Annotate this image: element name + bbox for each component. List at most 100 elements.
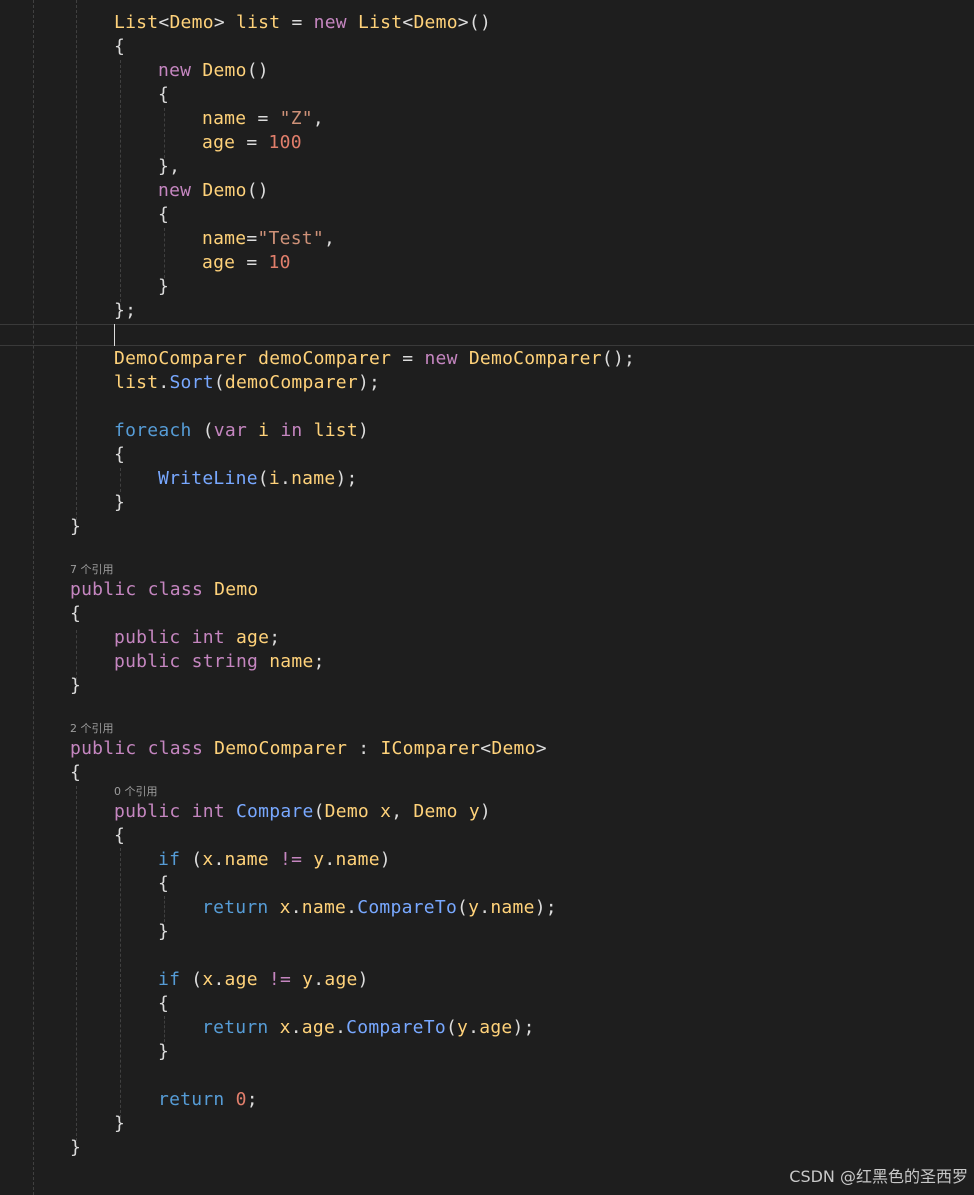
code-token: { — [158, 993, 170, 1014]
indent-guide — [164, 896, 165, 922]
code-line[interactable]: List<Demo> list = new List<Demo>() — [114, 11, 491, 35]
code-token: ( — [191, 849, 203, 870]
code-line[interactable]: list.Sort(demoComparer); — [114, 371, 380, 395]
code-line[interactable]: { — [114, 443, 125, 467]
code-token: List — [357, 12, 403, 33]
code-line[interactable]: { — [114, 824, 125, 848]
codelens-compare-references[interactable]: 0 个引用 — [114, 785, 158, 799]
code-token: Demo — [413, 12, 458, 33]
code-token: y — [468, 897, 480, 918]
code-token: Demo — [491, 738, 536, 759]
code-line[interactable]: age = 10 — [202, 251, 291, 275]
code-line[interactable]: if (x.age != y.age) — [158, 968, 369, 992]
code-token: class — [147, 738, 215, 759]
code-token: x — [202, 969, 214, 990]
code-token: ; — [313, 651, 325, 672]
code-line[interactable]: name = "Z", — [202, 107, 324, 131]
indent-guide — [76, 0, 77, 520]
code-token: string — [191, 651, 270, 672]
code-line[interactable]: } — [114, 491, 125, 515]
code-token: < — [158, 12, 170, 33]
code-token: { — [114, 36, 126, 57]
code-token: (); — [601, 348, 636, 369]
code-line[interactable]: { — [70, 602, 81, 626]
code-token: ( — [457, 897, 469, 918]
code-line[interactable]: foreach (var i in list) — [114, 419, 369, 443]
code-editor[interactable]: List<Demo> list = new List<Demo>(){new D… — [0, 0, 974, 1195]
code-line[interactable]: } — [70, 674, 81, 698]
code-line[interactable]: new Demo() — [158, 59, 269, 83]
code-token: if — [158, 969, 192, 990]
code-line[interactable]: } — [70, 515, 81, 539]
code-line[interactable]: new Demo() — [158, 179, 269, 203]
code-token: 10 — [268, 252, 291, 273]
code-token: { — [70, 603, 82, 624]
code-token: return — [202, 897, 280, 918]
code-token: y — [457, 1017, 469, 1038]
code-token: ) — [357, 969, 369, 990]
code-token: < — [480, 738, 492, 759]
code-token: "Z" — [279, 108, 313, 129]
code-line[interactable]: public int Compare(Demo x, Demo y) — [114, 800, 491, 824]
code-token: x — [380, 801, 392, 822]
code-token: = — [280, 12, 314, 33]
code-token: DemoComparer — [214, 738, 359, 759]
code-token: age — [324, 969, 358, 990]
code-line[interactable]: } — [158, 275, 169, 299]
code-line[interactable]: } — [158, 1040, 169, 1064]
code-token: = — [246, 228, 258, 249]
code-token: DemoComparer — [114, 348, 259, 369]
code-token: . — [158, 372, 170, 393]
code-token: != — [268, 969, 303, 990]
code-line[interactable]: { — [158, 203, 169, 227]
code-line[interactable]: }, — [158, 155, 180, 179]
indent-guide — [76, 786, 77, 1141]
code-token: demoComparer — [258, 348, 392, 369]
code-token: : — [358, 738, 381, 759]
code-token: ) — [479, 801, 492, 822]
code-line[interactable]: } — [114, 1112, 125, 1136]
code-line[interactable]: { — [158, 872, 169, 896]
code-token: new — [158, 180, 203, 201]
code-line[interactable]: return x.age.CompareTo(y.age); — [202, 1016, 535, 1040]
code-token: name — [490, 897, 535, 918]
code-line[interactable]: public string name; — [114, 650, 325, 674]
code-line[interactable]: }; — [114, 299, 136, 323]
code-line[interactable]: age = 100 — [202, 131, 302, 155]
code-line[interactable]: } — [70, 1136, 81, 1160]
code-token: if — [158, 849, 192, 870]
code-line[interactable]: { — [158, 992, 169, 1016]
code-token: ( — [445, 1017, 458, 1038]
code-token: list — [236, 12, 281, 33]
code-line[interactable]: { — [158, 83, 169, 107]
code-token: WriteLine — [158, 468, 258, 489]
codelens-democomparer-references[interactable]: 2 个引用 — [70, 722, 114, 736]
code-token: name — [269, 651, 314, 672]
indent-guide — [120, 848, 121, 1118]
code-token: i — [268, 468, 280, 489]
code-token: age — [479, 1017, 513, 1038]
code-line[interactable]: return x.name.CompareTo(y.name); — [202, 896, 557, 920]
code-line[interactable]: public class Demo — [70, 578, 259, 602]
code-line[interactable]: } — [158, 920, 169, 944]
code-line[interactable]: { — [114, 35, 125, 59]
code-token: } — [158, 921, 170, 942]
code-token: return — [202, 1017, 280, 1038]
code-line[interactable]: { — [70, 761, 81, 785]
code-token: ( — [313, 801, 325, 822]
code-token: ( — [202, 420, 214, 441]
code-line[interactable]: name="Test", — [202, 227, 335, 251]
code-line[interactable]: public class DemoComparer : IComparer<De… — [70, 737, 547, 761]
code-line[interactable]: WriteLine(i.name); — [158, 467, 358, 491]
code-line[interactable]: DemoComparer demoComparer = new DemoComp… — [114, 347, 635, 371]
code-token: x — [279, 1017, 291, 1038]
code-token: ( — [257, 468, 269, 489]
code-token: name — [291, 468, 336, 489]
codelens-demo-references[interactable]: 7 个引用 — [70, 563, 114, 577]
code-line[interactable]: public int age; — [114, 626, 280, 650]
code-token: public — [114, 627, 192, 648]
code-line[interactable]: if (x.name != y.name) — [158, 848, 391, 872]
code-line[interactable]: return 0; — [158, 1088, 258, 1112]
code-token: = — [235, 252, 269, 273]
code-token: = — [391, 348, 425, 369]
